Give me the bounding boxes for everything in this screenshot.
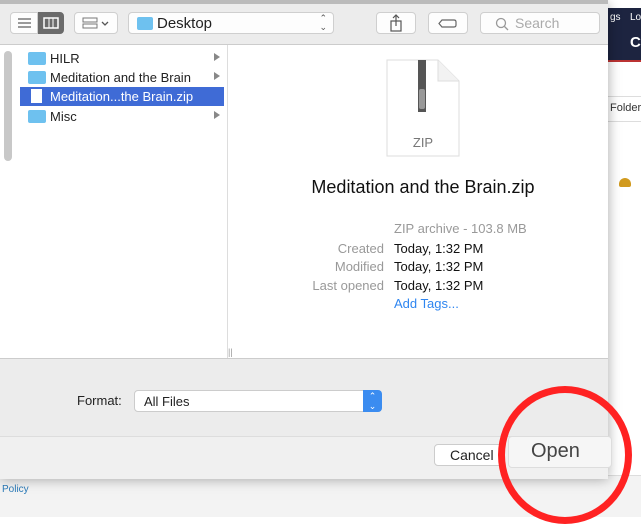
nav-heading: C [630,34,641,51]
location-label: Desktop [157,15,213,32]
toolbar: Desktop ⌃ ⌄ Search [0,8,608,44]
disclosure-arrow-icon [214,72,220,80]
columns-icon [43,17,59,29]
nav-text[interactable]: gs [610,12,621,23]
background-navbar: gs Lo C [608,8,641,62]
format-select[interactable]: All Files ⌃ ⌄ [134,390,382,412]
column-view-button[interactable] [38,12,64,34]
search-input[interactable]: Search [480,12,600,34]
zip-icon-label: ZIP [413,135,433,150]
zip-file-icon: ZIP [386,59,460,157]
search-placeholder: Search [515,15,560,31]
tag-button[interactable] [428,12,468,34]
folder-icon [28,110,46,123]
share-icon [390,14,402,32]
share-button[interactable] [376,12,416,34]
open-button[interactable]: Open [508,436,612,468]
item-label: Meditation...the Brain.zip [50,89,194,104]
list-item-selected[interactable]: Meditation...the Brain.zip [20,87,224,106]
item-label: HILR [50,51,80,66]
updown-chevron-icon: ⌃ ⌄ [363,390,382,412]
updown-chevron-icon: ⌃ ⌄ [319,13,327,32]
folder-button[interactable]: Folder [608,96,641,122]
location-dropdown[interactable]: Desktop ⌃ ⌄ [128,12,334,34]
item-label: Misc [50,109,77,124]
background-page [608,0,641,517]
file-column: HILR Meditation and the Brain Meditation… [18,45,228,358]
format-value: All Files [144,394,190,409]
list-item[interactable]: Misc [20,107,224,126]
grid-chevron-icon [82,17,109,29]
nav-text[interactable]: Lo [630,12,641,23]
open-file-dialog: Desktop ⌃ ⌄ Search HILR Meditation and th… [0,0,608,479]
policy-link[interactable]: Policy [2,484,29,495]
add-tags-link[interactable]: Add Tags... [394,296,459,311]
folder-icon [28,71,46,84]
disclosure-arrow-icon [214,53,220,61]
list-item[interactable]: HILR [20,49,224,68]
column-resize-handle[interactable]: || [228,347,233,357]
item-label: Meditation and the Brain [50,70,191,85]
list-item[interactable]: Meditation and the Brain [20,68,224,87]
disclosure-arrow-icon [214,111,220,119]
file-browser: HILR Meditation and the Brain Meditation… [0,44,608,359]
list-view-button[interactable] [10,12,38,34]
preview-filename: Meditation and the Brain.zip [311,177,535,197]
folder-icon [28,52,46,65]
list-icon [18,18,31,28]
nav-underline [608,60,641,62]
format-label: Format: [77,393,122,408]
folder-icon [137,17,153,30]
file-icon [31,89,42,103]
file-kind-size: ZIP archive - 103.8 MB [394,221,527,236]
search-icon [495,17,509,31]
background-footer [0,475,641,517]
group-button[interactable] [74,12,118,34]
scrollbar[interactable] [4,51,12,161]
tag-icon [438,19,457,28]
cloud-icon [619,178,631,187]
cancel-button[interactable]: Cancel [434,444,504,466]
preview-pane: ZIP Meditation and the Brain.zip ZIP arc… [238,45,608,358]
